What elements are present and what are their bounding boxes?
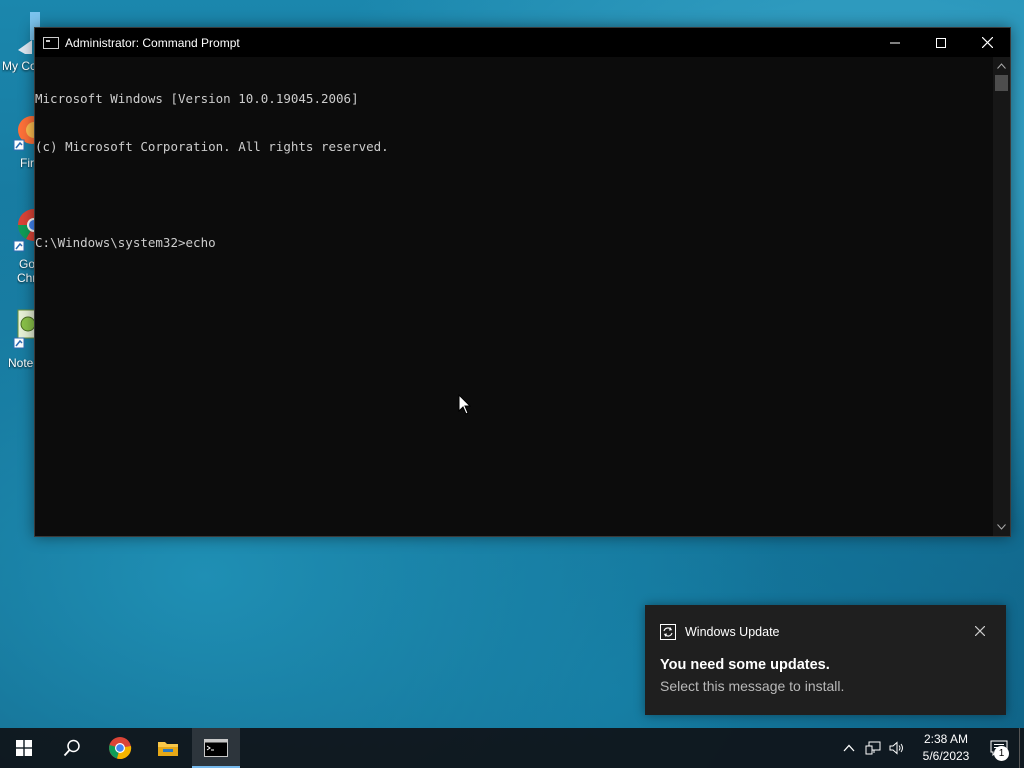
speaker-icon (889, 741, 903, 755)
desktop-icon-label: My Co (2, 59, 37, 73)
desktop-icon-label: Fir (20, 156, 34, 170)
search-icon (63, 739, 80, 757)
minimize-icon (890, 42, 900, 43)
network-icon (865, 741, 881, 755)
close-icon (975, 626, 985, 636)
folder-icon (158, 742, 178, 756)
mouse-cursor-icon (458, 394, 472, 415)
maximize-icon (936, 37, 946, 48)
taskbar-file-explorer[interactable] (144, 728, 192, 768)
command-prompt-window[interactable]: Administrator: Command Prompt Microsoft … (34, 27, 1011, 537)
clock-date: 5/6/2023 (922, 749, 970, 763)
minimize-button[interactable] (872, 28, 918, 57)
start-button[interactable] (0, 728, 48, 768)
clock-time: 2:38 AM (923, 732, 969, 746)
notification-title: You need some updates. (660, 657, 830, 673)
cmd-icon (204, 739, 228, 757)
update-icon (660, 624, 676, 640)
action-center-button[interactable]: 1 (979, 728, 1019, 768)
search-button[interactable] (48, 728, 96, 768)
taskbar-clock[interactable]: 2:38 AM 5/6/2023 (913, 731, 979, 765)
network-button[interactable] (861, 728, 885, 768)
chevron-up-icon (997, 63, 1006, 69)
chevron-down-icon (997, 524, 1006, 530)
windows-update-notification[interactable]: Windows Update You need some updates. Se… (645, 605, 1006, 715)
console-line: Microsoft Windows [Version 10.0.19045.20… (35, 91, 359, 106)
desktop-icon-label: Go (19, 257, 36, 271)
taskbar: 2:38 AM 5/6/2023 1 (0, 728, 1024, 768)
taskbar-chrome[interactable] (96, 728, 144, 768)
chrome-icon (109, 737, 132, 759)
vertical-scrollbar[interactable] (993, 57, 1010, 536)
console-prompt-line: C:\Windows\system32>echo (35, 235, 216, 250)
close-icon (981, 37, 993, 48)
system-tray: 2:38 AM 5/6/2023 1 (837, 728, 1024, 768)
windows-logo-icon (16, 740, 32, 756)
scroll-up-button[interactable] (993, 59, 1010, 73)
volume-button[interactable] (885, 728, 909, 768)
chevron-up-icon (843, 744, 855, 752)
window-title: Administrator: Command Prompt (65, 35, 240, 50)
notification-count-badge: 1 (994, 746, 1009, 761)
cmd-icon (43, 36, 59, 49)
taskbar-command-prompt[interactable] (192, 728, 240, 768)
scroll-down-button[interactable] (993, 520, 1010, 534)
notification-close-button[interactable] (972, 623, 988, 639)
notification-header: Windows Update (660, 624, 780, 640)
title-bar[interactable]: Administrator: Command Prompt (35, 28, 1010, 57)
console-line: (c) Microsoft Corporation. All rights re… (35, 139, 389, 154)
show-desktop-button[interactable] (1019, 728, 1024, 768)
desktop-icon-label: Note (8, 356, 34, 370)
console-output[interactable]: Microsoft Windows [Version 10.0.19045.20… (35, 57, 993, 536)
maximize-button[interactable] (918, 28, 964, 57)
close-button[interactable] (964, 28, 1010, 57)
notification-app-name: Windows Update (685, 625, 780, 639)
scroll-thumb[interactable] (995, 75, 1008, 91)
notification-body: Select this message to install. (660, 678, 845, 694)
show-hidden-icons-button[interactable] (837, 728, 861, 768)
